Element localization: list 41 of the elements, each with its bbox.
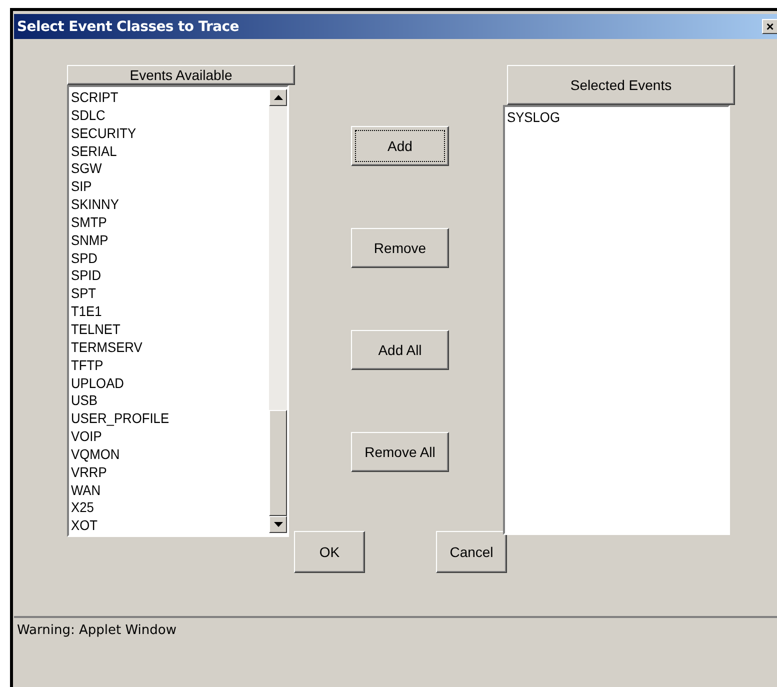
action-button[interactable]: Add bbox=[351, 126, 449, 166]
scroll-up-icon[interactable] bbox=[269, 89, 287, 106]
action-button[interactable]: Add All bbox=[351, 330, 449, 370]
list-item[interactable]: VRRP bbox=[71, 464, 254, 482]
list-item[interactable]: SERIAL bbox=[71, 142, 254, 160]
status-text: Warning: Applet Window bbox=[16, 622, 176, 638]
list-item[interactable]: SPID bbox=[71, 267, 254, 286]
action-button[interactable]: Remove bbox=[351, 228, 449, 268]
list-item[interactable]: SCRIPT bbox=[71, 89, 254, 107]
column-header[interactable]: Selected Events bbox=[507, 65, 735, 105]
list-item[interactable]: SDLC bbox=[71, 106, 254, 125]
action-button[interactable]: Remove All bbox=[351, 432, 449, 472]
dialog-button[interactable]: OK bbox=[294, 531, 365, 573]
close-button[interactable]: × bbox=[762, 19, 777, 34]
column-header[interactable]: Events Available bbox=[67, 65, 295, 85]
list-item[interactable]: SIP bbox=[71, 178, 254, 196]
list-item[interactable]: SECURITY bbox=[71, 124, 254, 143]
list-item[interactable]: SKINNY bbox=[71, 196, 254, 214]
scroll-down-icon[interactable] bbox=[269, 516, 287, 534]
list-item[interactable]: XOT bbox=[71, 517, 254, 536]
scroll-thumb[interactable] bbox=[269, 410, 287, 516]
list-item[interactable]: TERMSERV bbox=[71, 338, 254, 357]
list-item[interactable]: X25 bbox=[71, 499, 254, 518]
list-item[interactable]: T1E1 bbox=[71, 303, 254, 321]
dialog-button[interactable]: Cancel bbox=[436, 531, 507, 573]
list-item[interactable]: SGW bbox=[71, 160, 254, 178]
list-item[interactable]: SPT bbox=[71, 285, 254, 304]
list-item[interactable]: SMTP bbox=[71, 214, 254, 232]
window-title: Select Event Classes to Trace bbox=[16, 18, 239, 34]
list-item[interactable]: UPLOAD bbox=[71, 374, 254, 392]
list-item[interactable]: VQMON bbox=[71, 446, 254, 464]
list-item[interactable]: SYSLOG bbox=[507, 108, 710, 127]
list-item[interactable]: TELNET bbox=[71, 320, 254, 339]
list-item[interactable]: SNMP bbox=[71, 232, 254, 250]
list-item[interactable]: TFTP bbox=[71, 356, 254, 374]
list-item[interactable]: USB bbox=[71, 392, 254, 410]
list-item[interactable]: SPD bbox=[71, 250, 254, 268]
scrollbar[interactable] bbox=[269, 89, 287, 534]
list-item[interactable]: VOIP bbox=[71, 428, 254, 446]
list-item[interactable]: USER_PROFILE bbox=[71, 410, 254, 428]
list-item[interactable]: WAN bbox=[71, 482, 254, 500]
